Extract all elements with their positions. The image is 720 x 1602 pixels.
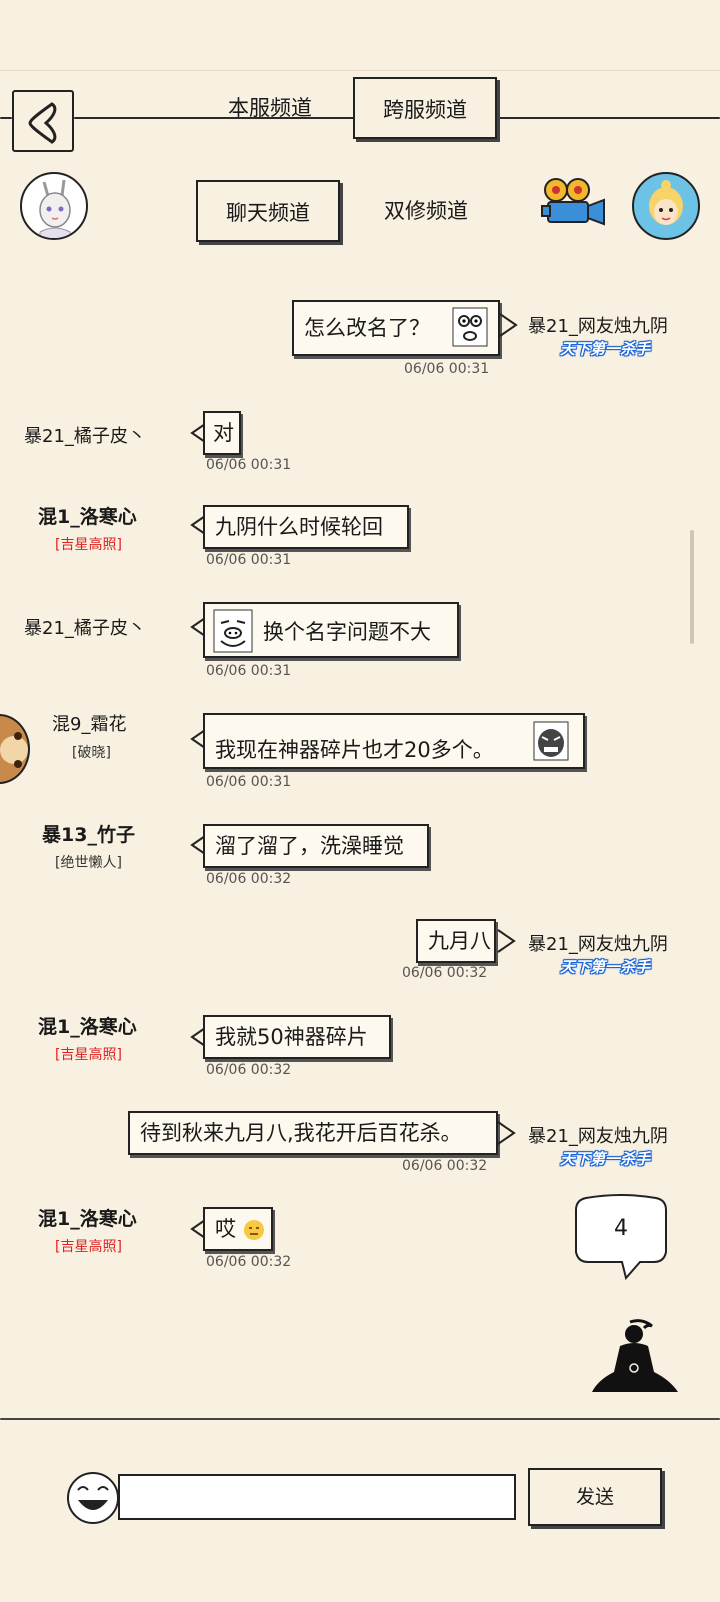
chat-input[interactable] [118,1474,516,1520]
message-time: 06/06 00:31 [206,457,292,473]
message-text: 我就50神器碎片 [215,1025,368,1049]
player-avatar[interactable] [20,172,88,240]
user-name[interactable]: 暴21_橘子皮丶 [24,422,146,448]
expressionless-face-emoji [243,1220,264,1240]
user-name[interactable]: 混1_洛寒心 [38,1204,137,1231]
message-time: 06/06 00:31 [206,552,292,568]
user-name[interactable]: 暴21_网友烛九阴 [528,312,668,338]
surprised-face-emoji [452,307,488,347]
message-text: 我现在神器碎片也才20多个。 [215,738,494,762]
user-name[interactable]: 混9_霜花 [52,710,126,736]
bubble-pointer-right [497,1121,516,1145]
message-text: 对 [213,421,234,445]
message-bubble: 哎 [203,1207,273,1251]
angry-face-emoji [533,721,569,761]
user-name[interactable]: 暴21_网友烛九阴 [528,1122,668,1148]
user-title: [破晓] [72,745,111,761]
message-text: 换个名字问题不大 [263,620,431,644]
bubble-pointer-right [497,929,516,953]
message-time: 06/06 00:32 [206,871,292,887]
user-name[interactable]: 暴21_橘子皮丶 [24,614,146,640]
user-title: [吉星高照] [55,1047,122,1063]
user-name[interactable]: 混1_洛寒心 [38,1012,137,1039]
message-bubble: 九阴什么时候轮回 [203,505,409,549]
message-bubble: 我现在神器碎片也才20多个。 [203,713,585,769]
user-title: [吉星高照] [55,537,122,553]
user-name[interactable]: 暴21_网友烛九阴 [528,930,668,956]
customer-service-avatar[interactable] [632,172,700,240]
message-bubble: 溜了溜了，洗澡睡觉 [203,824,429,868]
laughing-face-emoji-button[interactable] [66,1470,120,1526]
meditating-figure-icon[interactable] [590,1318,680,1400]
message-text: 九月八 [428,929,491,953]
user-title: [绝世懒人] [55,855,122,871]
input-divider [0,1418,720,1420]
message-time: 06/06 00:32 [206,1062,292,1078]
send-button[interactable]: 发送 [528,1468,662,1526]
message-time: 06/06 00:32 [402,1158,488,1174]
message-time: 06/06 00:32 [402,965,488,981]
back-arrow-icon [28,102,57,144]
tab-chat-channel[interactable]: 聊天频道 [196,180,340,242]
user-name[interactable]: 暴13_竹子 [42,820,135,847]
tab-local-server[interactable]: 本服频道 [200,77,340,139]
title-badge: 天下第一杀手 [560,958,651,976]
user-name[interactable]: 混1_洛寒心 [38,502,137,529]
message-time: 06/06 00:31 [404,361,490,377]
floating-pet-avatar[interactable] [0,714,30,784]
message-time: 06/06 00:31 [206,774,292,790]
message-text: 溜了溜了，洗澡睡觉 [215,834,404,858]
tab-cross-server[interactable]: 跨服频道 [353,77,497,139]
user-title: [吉星高照] [55,1239,122,1255]
message-text: 哎 [215,1217,236,1241]
top-divider [0,70,720,71]
back-button[interactable] [12,90,74,152]
message-text: 九阴什么时候轮回 [215,515,383,539]
message-text: 待到秋来九月八,我花开后百花杀。 [140,1121,462,1145]
bubble-pointer-right [499,313,518,337]
support-girl-icon [649,180,683,225]
tab-cultivate-channel[interactable]: 双修频道 [356,180,496,242]
title-badge: 天下第一杀手 [560,340,651,358]
pig-face-emoji [213,609,253,653]
girl-avatar-icon [39,179,71,238]
message-bubble: 换个名字问题不大 [203,602,459,658]
monkey-face-icon [0,732,28,768]
message-time: 06/06 00:32 [206,1254,292,1270]
message-bubble: 对 [203,411,241,455]
header-rule-left [0,117,12,119]
message-text: 怎么改名了？ [304,316,430,340]
unread-count: 4 [614,1216,628,1241]
message-time: 06/06 00:31 [206,663,292,679]
message-bubble: 我就50神器碎片 [203,1015,391,1059]
video-camera-icon[interactable] [540,176,610,230]
message-bubble: 怎么改名了？ [292,300,500,356]
message-bubble: 九月八 [416,919,496,963]
title-badge: 天下第一杀手 [560,1150,651,1168]
message-bubble: 待到秋来九月八,我花开后百花杀。 [128,1111,498,1155]
scrollbar[interactable] [690,530,694,644]
